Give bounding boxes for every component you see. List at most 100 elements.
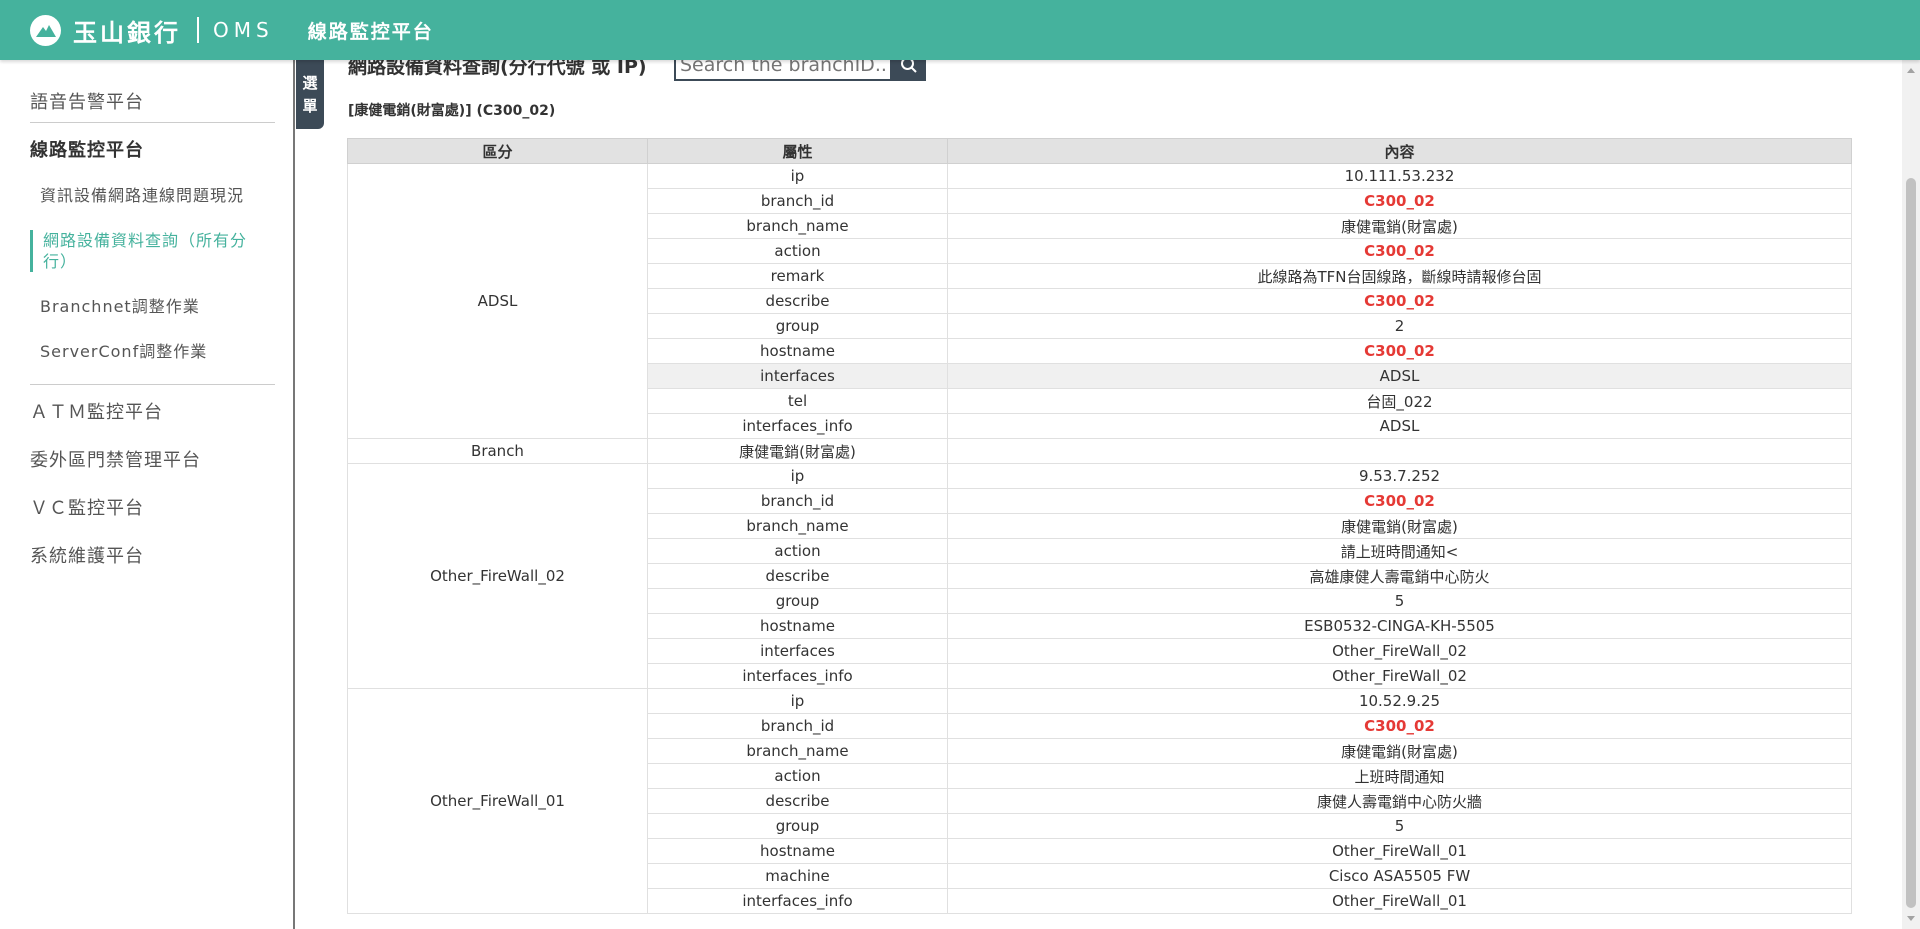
cell-content: 康健人壽電銷中心防火牆 — [947, 788, 1852, 814]
menu-toggle-button[interactable]: 選 單 — [296, 60, 324, 129]
cell-content: Other_FireWall_02 — [947, 638, 1852, 664]
cell-attribute: ip — [647, 688, 948, 714]
cell-attribute: hostname — [647, 838, 948, 864]
cell-content: C300_02 — [947, 288, 1852, 314]
sidebar-item-serverconf[interactable]: ServerConf調整作業 — [40, 341, 270, 362]
bank-logo-icon[interactable] — [30, 14, 61, 46]
cell-content: Cisco ASA5505 FW — [947, 863, 1852, 889]
menu-toggle-char: 選 — [302, 73, 318, 92]
table-row: Branch 康健電銷(財富處) — [347, 438, 1852, 464]
table-header-row: 區分 屬性 內容 — [347, 138, 1852, 164]
cell-attribute: branch_name — [647, 513, 948, 539]
cell-attribute: interfaces_info — [647, 888, 948, 914]
sidebar-item-device-query[interactable]: 網路設備資料查詢（所有分行） — [30, 230, 260, 272]
cell-attribute: describe — [647, 288, 948, 314]
cell-content: 康健電銷(財富處) — [947, 213, 1852, 239]
cell-content: 康健電銷(財富處) — [947, 513, 1852, 539]
cell-attribute: ip — [647, 463, 948, 489]
cell-content: C300_02 — [947, 238, 1852, 264]
cell-category: Other_FireWall_02 — [347, 463, 648, 689]
cell-content: Other_FireWall_01 — [947, 838, 1852, 864]
page-scrollbar[interactable] — [1902, 60, 1920, 929]
cell-attribute: group — [647, 588, 948, 614]
cell-content: Other_FireWall_01 — [947, 888, 1852, 914]
cell-content: 10.52.9.25 — [947, 688, 1852, 714]
cell-content: 請上班時間通知< — [947, 538, 1852, 564]
cell-content: C300_02 — [947, 713, 1852, 739]
cell-content — [947, 438, 1852, 464]
cell-content: C300_02 — [947, 338, 1852, 364]
sidebar-item-vc-monitor[interactable]: ＶＣ監控平台 — [30, 494, 275, 520]
cell-attribute: hostname — [647, 338, 948, 364]
cell-category: ADSL — [347, 163, 648, 439]
cell-attribute: describe — [647, 563, 948, 589]
cell-attribute: group — [647, 813, 948, 839]
column-header-content: 內容 — [947, 138, 1852, 164]
bank-name: 玉山銀行 — [73, 18, 181, 47]
cell-content: C300_02 — [947, 488, 1852, 514]
device-data-table: 區分 屬性 內容 ADSL ip 10.111.53.232 branch_id C30… — [347, 138, 1852, 914]
cell-attribute: action — [647, 763, 948, 789]
cell-content: 2 — [947, 313, 1852, 339]
cell-attribute: branch_id — [647, 188, 948, 214]
cell-attribute: machine — [647, 863, 948, 889]
cell-content: 台固_022 — [947, 388, 1852, 414]
cell-attribute: describe — [647, 788, 948, 814]
scroll-up-icon[interactable] — [1907, 68, 1915, 73]
cell-content: 此線路為TFN台固線路，斷線時請報修台固 — [947, 263, 1852, 289]
cell-content: 上班時間通知 — [947, 763, 1852, 789]
table-row: Other_FireWall_02 ip 9.53.7.252 — [347, 463, 1852, 689]
scroll-down-icon[interactable] — [1907, 916, 1915, 921]
sidebar-item-atm-monitor[interactable]: ＡＴＭ監控平台 — [30, 398, 275, 424]
cell-attribute: interfaces — [647, 638, 948, 664]
cell-attribute: branch_id — [647, 488, 948, 514]
cell-attribute: tel — [647, 388, 948, 414]
sidebar-item-system-maintenance[interactable]: 系統維護平台 — [30, 542, 275, 568]
sidebar: 語音告警平台 線路監控平台 資訊設備網路連線問題現況 網路設備資料查詢（所有分行… — [0, 60, 295, 929]
result-heading: [康健電銷(財富處)] (C300_02) — [348, 103, 556, 119]
column-header-category: 區分 — [347, 138, 648, 164]
cell-attribute: action — [647, 538, 948, 564]
cell-attribute: group — [647, 313, 948, 339]
cell-content: 5 — [947, 588, 1852, 614]
cell-attribute: interfaces_info — [647, 663, 948, 689]
header-divider — [197, 17, 199, 43]
cell-attribute: 康健電銷(財富處) — [647, 438, 948, 464]
table-row: ADSL ip 10.111.53.232 — [347, 163, 1852, 439]
cell-attribute: action — [647, 238, 948, 264]
cell-attribute: hostname — [647, 613, 948, 639]
top-header: 玉山銀行 OMS 線路監控平台 — [0, 0, 1920, 60]
sidebar-divider — [30, 122, 275, 123]
cell-category: Branch — [347, 438, 648, 464]
table-row: Other_FireWall_01 ip 10.52.9.25 — [347, 688, 1852, 914]
cell-attribute: branch_name — [647, 738, 948, 764]
sidebar-item-branchnet[interactable]: Branchnet調整作業 — [40, 296, 270, 317]
cell-content: ADSL — [947, 413, 1852, 439]
table-body: ADSL ip 10.111.53.232 branch_id C300_02 branc… — [347, 163, 1852, 914]
cell-attribute: ip — [647, 163, 948, 189]
cell-content: 康健電銷(財富處) — [947, 738, 1852, 764]
cell-attribute: branch_id — [647, 713, 948, 739]
platform-title: 線路監控平台 — [307, 20, 434, 43]
cell-content: C300_02 — [947, 188, 1852, 214]
sidebar-item-network-issue-status[interactable]: 資訊設備網路連線問題現況 — [40, 185, 270, 206]
cell-content: 9.53.7.252 — [947, 463, 1852, 489]
cell-content: 10.111.53.232 — [947, 163, 1852, 189]
sidebar-item-line-monitor[interactable]: 線路監控平台 — [30, 136, 275, 162]
scroll-thumb[interactable] — [1906, 178, 1916, 908]
sidebar-item-access-control[interactable]: 委外區門禁管理平台 — [30, 446, 275, 472]
column-header-attribute: 屬性 — [647, 138, 948, 164]
cell-content: ADSL — [947, 363, 1852, 389]
cell-content: 5 — [947, 813, 1852, 839]
sidebar-divider — [30, 384, 275, 385]
cell-content: Other_FireWall_02 — [947, 663, 1852, 689]
cell-attribute: interfaces — [647, 363, 948, 389]
cell-content: ESB0532-CINGA-KH-5505 — [947, 613, 1852, 639]
cell-category: Other_FireWall_01 — [347, 688, 648, 914]
sidebar-item-voice-alert[interactable]: 語音告警平台 — [30, 88, 275, 114]
cell-attribute: interfaces_info — [647, 413, 948, 439]
menu-toggle-char: 單 — [302, 96, 318, 115]
cell-attribute: remark — [647, 263, 948, 289]
cell-content: 高雄康健人壽電銷中心防火 — [947, 563, 1852, 589]
system-name: OMS — [213, 18, 274, 42]
